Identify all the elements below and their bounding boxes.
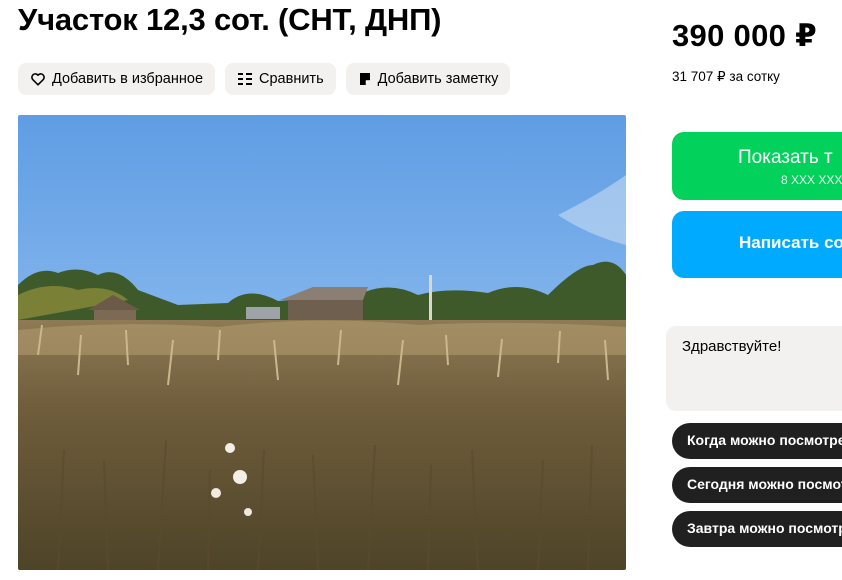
quick-reply-label: Когда можно посмотре — [687, 432, 842, 448]
add-note-label: Добавить заметку — [377, 71, 499, 87]
price-per-unit: 31 707 ₽ за сотку — [672, 69, 780, 84]
write-message-button[interactable]: Написать со — [672, 211, 842, 278]
quick-reply-label: Завтра можно посмотр — [687, 520, 842, 536]
listing-photo[interactable] — [18, 115, 626, 570]
listing-page: Участок 12,3 сот. (СНТ, ДНП) Добавить в … — [0, 0, 842, 580]
add-note-button[interactable]: Добавить заметку — [345, 63, 511, 95]
write-message-label: Написать со — [739, 233, 842, 252]
show-phone-label: Показать т — [738, 147, 833, 168]
message-input[interactable]: Здравствуйте! — [666, 326, 842, 411]
show-phone-button[interactable]: Показать т 8 XXX XXX — [672, 132, 842, 200]
listing-price: 390 000 ₽ — [672, 18, 817, 53]
compare-label: Сравнить — [259, 71, 324, 87]
quick-reply-chip[interactable]: Завтра можно посмотр — [672, 511, 842, 547]
note-icon — [358, 72, 372, 86]
quick-reply-chip[interactable]: Сегодня можно посмот — [672, 467, 842, 503]
add-to-favorites-button[interactable]: Добавить в избранное — [18, 63, 216, 95]
compare-icon — [237, 71, 253, 87]
quick-reply-label: Сегодня можно посмот — [687, 476, 842, 492]
masked-phone-number: 8 XXX XXX — [781, 173, 842, 187]
message-draft-text: Здравствуйте! — [682, 338, 782, 355]
compare-button[interactable]: Сравнить — [225, 63, 336, 95]
add-to-favorites-label: Добавить в избранное — [52, 71, 204, 87]
listing-actions: Добавить в избранное Сравнить Добавить з… — [18, 63, 511, 95]
listing-title: Участок 12,3 сот. (СНТ, ДНП) — [18, 2, 442, 37]
heart-icon — [30, 71, 46, 87]
quick-reply-chip[interactable]: Когда можно посмотре — [672, 423, 842, 459]
